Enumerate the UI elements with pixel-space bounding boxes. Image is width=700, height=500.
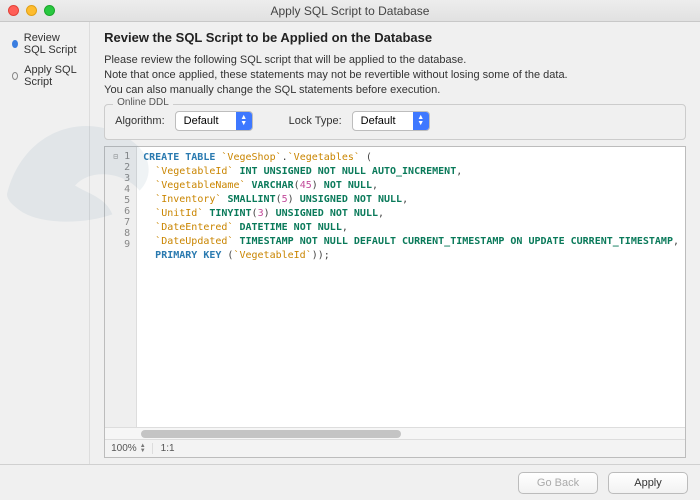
step-label: Apply SQL Script: [24, 64, 81, 88]
apply-button[interactable]: Apply: [608, 472, 688, 494]
window-title: Apply SQL Script to Database: [0, 4, 700, 18]
intro-text: Please review the following SQL script t…: [104, 53, 686, 98]
intro-line: Please review the following SQL script t…: [104, 53, 686, 68]
main-panel: Review the SQL Script to be Applied on t…: [90, 22, 700, 464]
wizard-sidebar: Review SQL Script Apply SQL Script: [0, 22, 90, 464]
lock-type-label: Lock Type:: [289, 115, 342, 127]
page-heading: Review the SQL Script to be Applied on t…: [104, 30, 686, 45]
zoom-icon[interactable]: [44, 5, 55, 16]
intro-line: You can also manually change the SQL sta…: [104, 83, 686, 98]
select-stepper-icon: ▲▼: [236, 112, 252, 130]
zoom-stepper-icon: ▲▼: [140, 444, 146, 454]
dialog-footer: Go Back Apply: [0, 464, 700, 500]
zoom-value: 100%: [111, 443, 137, 454]
ratio-readout: 1:1: [153, 443, 183, 454]
select-stepper-icon: ▲▼: [413, 112, 429, 130]
zoom-control[interactable]: 100% ▲▼: [105, 443, 153, 454]
wizard-step-review[interactable]: Review SQL Script: [12, 32, 81, 56]
lock-type-value: Default: [353, 115, 413, 127]
lock-type-select[interactable]: Default ▲▼: [352, 111, 430, 131]
sql-editor[interactable]: ⊟ 1 2 3 4 5 6 7 8 9 CREATE TABLE `VegeSh…: [104, 146, 686, 458]
group-legend: Online DDL: [113, 97, 173, 108]
intro-line: Note that once applied, these statements…: [104, 68, 686, 83]
step-label: Review SQL Script: [24, 32, 81, 56]
scrollbar-thumb[interactable]: [141, 430, 401, 438]
algorithm-label: Algorithm:: [115, 115, 165, 127]
minimize-icon[interactable]: [26, 5, 37, 16]
wizard-step-apply[interactable]: Apply SQL Script: [12, 64, 81, 88]
titlebar: Apply SQL Script to Database: [0, 0, 700, 22]
window-controls: [8, 5, 55, 16]
algorithm-select[interactable]: Default ▲▼: [175, 111, 253, 131]
editor-statusbar: 100% ▲▼ 1:1: [105, 439, 685, 457]
online-ddl-group: Online DDL Algorithm: Default ▲▼ Lock Ty…: [104, 104, 686, 140]
close-icon[interactable]: [8, 5, 19, 16]
algorithm-value: Default: [176, 115, 236, 127]
line-number-gutter: ⊟ 1 2 3 4 5 6 7 8 9: [105, 147, 137, 427]
step-bullet-icon: [12, 72, 18, 80]
sql-code-area[interactable]: CREATE TABLE `VegeShop`.`Vegetables` ( `…: [137, 147, 685, 427]
go-back-button[interactable]: Go Back: [518, 472, 598, 494]
horizontal-scrollbar[interactable]: [105, 427, 685, 439]
step-bullet-active-icon: [12, 40, 18, 48]
